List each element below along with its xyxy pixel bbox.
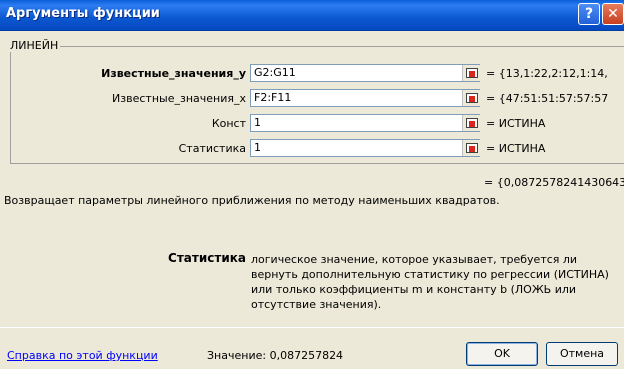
close-icon[interactable]: ✕ (602, 3, 624, 25)
arg-result-const: = ИСТИНА (486, 117, 546, 130)
cancel-button[interactable]: Отмена (546, 342, 618, 366)
arg-result-known-y: = {13,1:22,2:12,1:14, (486, 67, 608, 80)
known-y-input[interactable]: G2:G11 (250, 64, 480, 82)
function-description: Возвращает параметры линейного приближен… (4, 194, 500, 207)
known-x-value: F2:F11 (254, 91, 292, 104)
stats-value: 1 (254, 141, 261, 154)
collapse-dialog-icon[interactable] (462, 90, 480, 106)
formula-result: = {0,0872578241430643;1 (484, 176, 624, 189)
collapse-dialog-icon[interactable] (462, 140, 480, 156)
known-y-value: G2:G11 (254, 66, 296, 79)
arg-result-stats: = ИСТИНА (486, 142, 546, 155)
value-text: 0,087257824 (269, 349, 344, 362)
collapse-dialog-icon[interactable] (462, 115, 480, 131)
collapse-dialog-icon[interactable] (462, 65, 480, 81)
function-name: ЛИНЕЙН (8, 39, 61, 52)
help-arg-name: Статистика (168, 251, 246, 265)
help-icon[interactable]: ? (578, 3, 600, 25)
divider (0, 327, 624, 328)
help-arg-description: логическое значение, которое указывает, … (251, 253, 609, 311)
value-label: Значение: (207, 349, 267, 362)
const-input[interactable]: 1 (250, 114, 480, 132)
ok-button[interactable]: OK (466, 342, 538, 366)
arg-label-const: Конст (211, 117, 246, 130)
window-title: Аргументы функции (6, 6, 160, 21)
arg-label-known-y: Известные_значения_у (101, 67, 246, 80)
arg-label-stats: Статистика (178, 142, 246, 155)
formula-value: Значение: 0,087257824 (207, 349, 343, 362)
known-x-input[interactable]: F2:F11 (250, 89, 480, 107)
const-value: 1 (254, 116, 261, 129)
stats-input[interactable]: 1 (250, 139, 480, 157)
help-link[interactable]: Справка по этой функции (7, 349, 158, 362)
title-bar[interactable]: Аргументы функции ? ✕ (0, 0, 624, 31)
arg-label-known-x: Известные_значения_х (112, 92, 246, 105)
arg-result-known-x: = {47:51:51:57:57:57 (486, 92, 609, 105)
